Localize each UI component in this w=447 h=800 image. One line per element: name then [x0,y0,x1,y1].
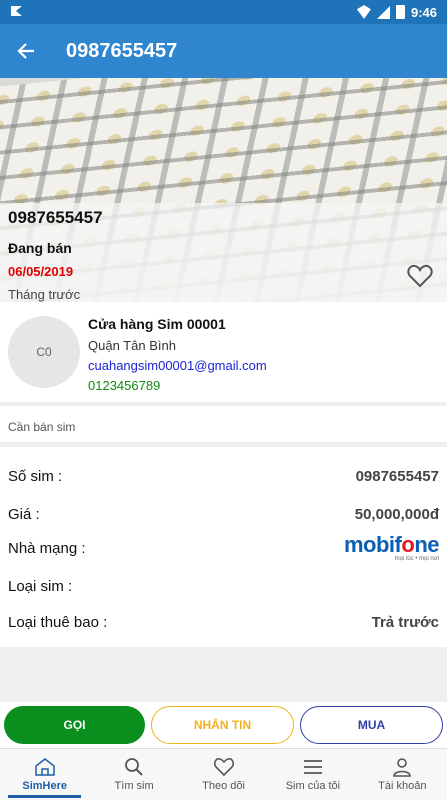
search-icon [125,758,143,776]
sim-label: Số sim : [8,467,63,485]
arrow-left-icon [17,43,34,59]
nav-item-search[interactable]: Tìm sim [89,749,178,800]
buy-button[interactable]: MUA [300,706,443,744]
sim-number: 0987655457 [8,208,103,227]
sim-type-label: Loại sim : [8,577,73,595]
detail-row-network: Nhà mạng : mobifone mọi lúc • mọi nơi [0,533,447,563]
back-button[interactable] [0,24,52,78]
heart-icon [407,264,433,288]
price-value: 50,000,000đ [354,505,439,523]
signal-icon [376,5,390,19]
sim-value: 0987655457 [355,467,439,485]
sim-details: Số sim : 0987655457 Giá : 50,000,000đ Nh… [0,447,447,647]
network-label: Nhà mạng : [8,539,86,557]
nav-item-my-sims[interactable]: Sim của tôi [268,749,357,800]
shop-avatar: C0 [8,316,80,388]
bottom-nav: SimHere Tìm sim Theo dõi Sim của tôi Tài… [0,748,447,800]
user-icon [393,758,412,777]
wifi-icon [356,5,371,19]
app-bar: 0987655457 [0,24,447,78]
menu-icon [303,760,322,774]
nav-item-simhere[interactable]: SimHere [0,749,89,800]
post-relative-time: Tháng trước [8,287,81,302]
listing-note: Cần bán sim [0,406,447,442]
shop-name: Cửa hàng Sim 00001 [88,316,226,332]
message-button[interactable]: NHẮN TIN [151,706,294,744]
status-time: 9:46 [410,4,437,20]
shop-card[interactable]: C0 Cửa hàng Sim 00001 Quận Tân Bình cuah… [0,302,447,402]
page-title: 0987655457 [66,39,178,62]
home-icon [34,758,55,776]
nav-item-account[interactable]: Tài khoản [358,749,447,800]
app-notification-icon [10,5,357,20]
mobifone-logo: mobifone mọi lúc • mọi nơi [343,532,440,563]
battery-icon [395,5,405,19]
detail-row-sim-type: Loại sim : [0,571,447,601]
shop-email-link[interactable]: cuahangsim00001@gmail.com [88,358,267,373]
favorite-button[interactable] [407,264,433,288]
action-bar: GỌI NHẮN TIN MUA [0,702,447,748]
detail-row-subscription: Loại thuê bao : Trả trước [0,607,447,637]
detail-row-sim: Số sim : 0987655457 [0,461,447,491]
subscription-value: Trả trước [371,613,439,631]
post-date: 06/05/2019 [8,264,74,279]
heart-icon [213,758,234,777]
sale-status: Đang bán [8,240,72,256]
call-button[interactable]: GỌI [4,706,145,744]
sim-hero-banner: 0987655457 Đang bán 06/05/2019 Tháng trư… [0,78,447,302]
nav-item-follow[interactable]: Theo dõi [179,749,268,800]
detail-row-price: Giá : 50,000,000đ [0,499,447,529]
shop-district: Quận Tân Bình [88,338,176,353]
subscription-label: Loại thuê bao : [8,613,108,631]
price-label: Giá : [8,505,40,523]
status-bar: 9:46 [0,0,447,24]
shop-phone-link[interactable]: 0123456789 [88,378,160,393]
